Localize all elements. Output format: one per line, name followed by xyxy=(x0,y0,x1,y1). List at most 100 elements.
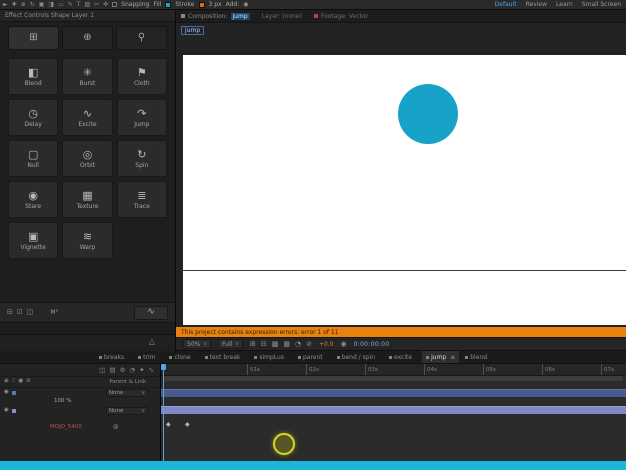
timeline-toolbar-icon[interactable]: ◔ xyxy=(129,367,135,374)
video-progress-strip[interactable] xyxy=(0,461,626,470)
effect-button[interactable]: ▢ Null xyxy=(8,140,59,177)
timeline-toolbar-icon[interactable]: ⚙ xyxy=(120,367,126,374)
exposure-value[interactable]: +0.0 xyxy=(319,341,334,348)
layer-color-chip[interactable] xyxy=(11,408,16,413)
zoom-dropdown[interactable]: 50% ∨ xyxy=(183,339,212,349)
viewer-toolbar-icon[interactable]: ▦ xyxy=(283,340,290,348)
viewer-toolbar-icon[interactable]: ◔ xyxy=(295,340,301,348)
wave-preset-button[interactable]: ∿ xyxy=(134,305,168,320)
layer-row-2[interactable]: ◉ None ∨ xyxy=(0,406,160,415)
current-timecode[interactable]: 0:00:00:00 xyxy=(354,341,390,348)
expression-icon[interactable]: @ xyxy=(113,424,119,430)
workspace-tab[interactable]: Small Screen xyxy=(582,1,621,8)
tool-icon[interactable]: ✚ xyxy=(12,1,17,8)
keyframe-diamond[interactable]: ◆ xyxy=(185,422,190,428)
panel-resize-triangle-icon[interactable]: △ xyxy=(149,338,155,346)
tool-icon[interactable]: ✜ xyxy=(103,1,108,8)
timeline-tab[interactable]: jump ≡ xyxy=(422,351,460,363)
tab-footage[interactable]: Footage: Vector xyxy=(313,13,368,20)
effect-button[interactable]: ◎ Orbit xyxy=(62,140,113,177)
timeline-track-area[interactable]: 01s 02s 03s 04s 05s 06s 07s ◆ ◆ xyxy=(161,364,626,461)
tab-layer[interactable]: Layer: (none) xyxy=(262,13,302,20)
effect-button[interactable]: ▣ Vignette xyxy=(8,222,59,259)
stroke-width-value[interactable]: 3 px xyxy=(209,1,222,8)
fill-label[interactable]: Fill xyxy=(153,1,161,8)
effect-button[interactable]: ≣ Trace xyxy=(116,181,167,218)
parent-dropdown[interactable]: None ∨ xyxy=(106,388,148,397)
effect-button[interactable]: ◧ Blend xyxy=(8,58,59,95)
work-area-bar[interactable] xyxy=(163,376,623,381)
footer-tool-icon[interactable]: ⊟ xyxy=(7,309,13,316)
property-row-opacity[interactable]: 100 % xyxy=(0,397,160,405)
timeline-tab[interactable]: parent xyxy=(294,351,331,363)
timeline-tab[interactable]: bend / spin xyxy=(333,351,383,363)
workspace-tab[interactable]: Learn xyxy=(556,1,573,8)
expression-error-banner[interactable]: This project contains expression errors:… xyxy=(176,327,626,337)
viewer-toolbar-icon[interactable]: ▩ xyxy=(272,340,279,348)
snapping-checkbox[interactable] xyxy=(112,2,118,7)
layer-duration-bar-2[interactable] xyxy=(161,406,626,414)
keyframe-diamond[interactable]: ◆ xyxy=(166,422,171,428)
tool-icon[interactable]: ⊕ xyxy=(21,1,26,8)
tool-icon[interactable]: ✂ xyxy=(94,1,99,8)
tool-icon[interactable]: T xyxy=(77,1,81,8)
footer-tool-icon[interactable]: ◫ xyxy=(27,309,34,316)
timeline-tab[interactable]: blend xyxy=(461,351,495,363)
timeline-toolbar-icon[interactable]: ▤ xyxy=(109,367,115,374)
footer-tool-icon[interactable]: ⊡ xyxy=(17,309,23,316)
composition-canvas[interactable] xyxy=(183,55,626,325)
timeline-toolbar-icon[interactable]: ∿ xyxy=(149,367,154,374)
workspace-tab[interactable]: Review xyxy=(526,1,547,8)
tool-icon[interactable]: ↻ xyxy=(30,1,35,8)
timeline-tab[interactable]: breaks xyxy=(95,351,132,363)
viewer-toolbar-icon[interactable]: ⊘ xyxy=(306,340,312,348)
footer-mode-label[interactable]: M° xyxy=(50,309,58,316)
layer-duration-bar-1[interactable] xyxy=(161,389,626,397)
time-ruler[interactable]: 01s 02s 03s 04s 05s 06s 07s xyxy=(161,364,626,376)
snapshot-camera-icon[interactable]: ◉ xyxy=(341,340,347,348)
playhead[interactable] xyxy=(161,364,166,461)
viewer-toolbar-icon[interactable]: ⊞ xyxy=(250,340,256,348)
resolution-dropdown[interactable]: Full ∨ xyxy=(218,339,243,349)
comp-name-chip[interactable]: jump xyxy=(181,26,205,35)
effect-button[interactable]: ↷ Jump xyxy=(116,99,167,136)
layer-visibility-icon[interactable]: ◉ xyxy=(4,407,9,414)
layer-visibility-icon[interactable]: ◉ xyxy=(4,389,9,396)
timeline-toolbar-icon[interactable]: ◫ xyxy=(99,367,105,374)
view-tab[interactable]: ⊕ xyxy=(62,26,113,50)
layer-row-1[interactable]: ◉ None ∨ xyxy=(0,388,160,397)
effect-button[interactable]: ▦ Texture xyxy=(62,181,113,218)
tool-icon[interactable]: ▨ xyxy=(84,1,90,8)
workspace-tab[interactable]: Default xyxy=(495,1,517,8)
parent-dropdown[interactable]: None ∨ xyxy=(106,406,148,415)
tab-composition[interactable]: Composition: jump xyxy=(181,12,250,20)
effect-button[interactable]: ↻ Spin xyxy=(116,140,167,177)
tool-icon[interactable]: ◨ xyxy=(48,1,54,8)
add-menu-icon[interactable]: ◉ xyxy=(243,1,248,8)
stroke-color-swatch[interactable] xyxy=(198,1,205,8)
timeline-tab[interactable]: simpLus xyxy=(250,351,292,363)
effect-button[interactable]: ◉ Stare xyxy=(8,181,59,218)
effect-button[interactable]: ◷ Delay xyxy=(8,99,59,136)
effect-controls-header[interactable]: Effect Controls Shape Layer 1 xyxy=(0,10,175,22)
timeline-tab[interactable]: trim xyxy=(134,351,163,363)
playhead-handle[interactable] xyxy=(161,364,166,370)
viewer-toolbar-icon[interactable]: ⊟ xyxy=(261,340,267,348)
add-label[interactable]: Add: xyxy=(226,1,240,8)
layer-color-chip[interactable] xyxy=(11,390,16,395)
tool-icon[interactable]: ▣ xyxy=(39,1,45,8)
timeline-tab[interactable]: excite xyxy=(385,351,420,363)
effect-button[interactable]: ✳ Burst xyxy=(62,58,113,95)
effect-button[interactable]: ≋ Warp xyxy=(62,222,113,259)
tool-icon[interactable]: ✎ xyxy=(68,1,73,8)
tool-icon[interactable]: ▭ xyxy=(58,1,64,8)
timeline-toolbar-icon[interactable]: ✦ xyxy=(139,367,144,374)
effect-button[interactable]: ∿ Excite xyxy=(62,99,113,136)
error-layer-row[interactable]: MOJO_5400 @ xyxy=(0,422,160,431)
opacity-value[interactable]: 100 % xyxy=(54,398,71,404)
teal-circle-shape[interactable] xyxy=(398,84,458,144)
tool-icon[interactable]: ► xyxy=(3,1,8,8)
stroke-label[interactable]: Stroke xyxy=(175,1,194,8)
timeline-tab[interactable]: text break xyxy=(201,351,249,363)
view-tab[interactable]: ⊞ xyxy=(8,26,59,50)
